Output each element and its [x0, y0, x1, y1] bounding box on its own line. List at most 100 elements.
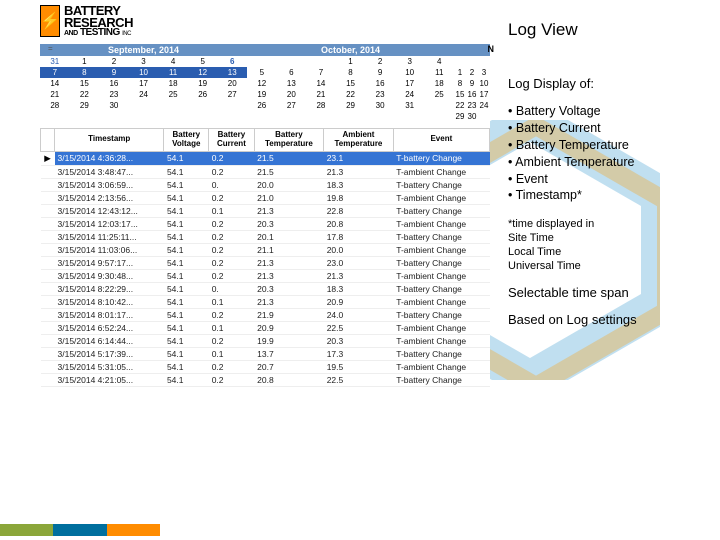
table-row[interactable]: 3/15/2014 8:22:29...54.10.20.318.3T-batt…: [41, 282, 490, 295]
calendar-day[interactable]: [424, 100, 454, 111]
table-row[interactable]: 3/15/2014 6:14:44...54.10.219.920.3T-amb…: [41, 334, 490, 347]
calendar-day[interactable]: 1: [454, 67, 466, 78]
calendar-day[interactable]: 5: [247, 67, 277, 78]
calendar-month[interactable]: October, 2014 12345678910111213141516171…: [247, 44, 454, 122]
calendar-day[interactable]: 30: [99, 100, 129, 111]
calendar-day[interactable]: 3: [478, 67, 490, 78]
column-header[interactable]: Timestamp: [55, 129, 164, 152]
table-row[interactable]: 3/15/2014 12:43:12...54.10.121.322.8T-ba…: [41, 204, 490, 217]
calendar-day[interactable]: 13: [217, 67, 247, 78]
calendar-day[interactable]: 11: [158, 67, 188, 78]
calendar-day[interactable]: 3: [129, 56, 159, 67]
calendar-day[interactable]: 6: [277, 67, 307, 78]
calendar-day[interactable]: 10: [129, 67, 159, 78]
calendar-day[interactable]: 27: [217, 89, 247, 100]
calendar-day[interactable]: 20: [217, 78, 247, 89]
calendar-day[interactable]: 20: [277, 89, 307, 100]
table-row[interactable]: 3/15/2014 12:03:17...54.10.220.320.8T-am…: [41, 217, 490, 230]
table-row[interactable]: 3/15/2014 11:03:06...54.10.221.120.0T-am…: [41, 243, 490, 256]
calendar-day[interactable]: [478, 111, 490, 122]
calendar-day[interactable]: [158, 100, 188, 111]
calendar-day[interactable]: 13: [277, 78, 307, 89]
calendar-day[interactable]: 29: [70, 100, 100, 111]
calendar-day[interactable]: 12: [247, 78, 277, 89]
calendar-day[interactable]: 6: [217, 56, 247, 67]
calendar-day[interactable]: 25: [424, 89, 454, 100]
table-row[interactable]: 3/15/2014 8:10:42...54.10.121.320.9T-amb…: [41, 295, 490, 308]
calendar-day[interactable]: 10: [395, 67, 425, 78]
calendar-day[interactable]: 22: [336, 89, 366, 100]
calendar-day[interactable]: 7: [306, 67, 336, 78]
calendar-day[interactable]: 8: [70, 67, 100, 78]
calendar-day[interactable]: 27: [277, 100, 307, 111]
column-header[interactable]: AmbientTemperature: [324, 129, 394, 152]
calendar-day[interactable]: 21: [306, 89, 336, 100]
table-row[interactable]: 3/15/2014 9:30:48...54.10.221.321.3T-amb…: [41, 269, 490, 282]
log-table[interactable]: TimestampBatteryVoltageBatteryCurrentBat…: [40, 128, 490, 387]
calendar-day[interactable]: 9: [365, 67, 395, 78]
calendar-day[interactable]: 29: [336, 100, 366, 111]
calendar-day[interactable]: 18: [158, 78, 188, 89]
calendar-day[interactable]: 5: [188, 56, 218, 67]
calendar-day[interactable]: 15: [70, 78, 100, 89]
calendar-day[interactable]: [277, 56, 307, 67]
calendar-day[interactable]: 26: [188, 89, 218, 100]
calendar-day[interactable]: 19: [188, 78, 218, 89]
calendar-month-header[interactable]: October, 2014: [247, 44, 454, 56]
table-row[interactable]: 3/15/2014 11:25:11...54.10.220.117.8T-ba…: [41, 230, 490, 243]
calendar-day[interactable]: 21: [40, 89, 70, 100]
calendar-day[interactable]: 16: [365, 78, 395, 89]
calendar-day[interactable]: 9: [99, 67, 129, 78]
calendar-day[interactable]: 15: [336, 78, 366, 89]
calendar-day[interactable]: 17: [395, 78, 425, 89]
calendar-day[interactable]: 30: [365, 100, 395, 111]
calendar-day[interactable]: 24: [129, 89, 159, 100]
calendar-day[interactable]: 4: [424, 56, 454, 67]
calendar-day[interactable]: 25: [158, 89, 188, 100]
calendar-day[interactable]: 8: [336, 67, 366, 78]
calendar-day[interactable]: 17: [129, 78, 159, 89]
calendar-day[interactable]: 30: [466, 111, 478, 122]
calendar-day[interactable]: 31: [395, 100, 425, 111]
calendar-month[interactable]: 12389101516172223242930: [454, 44, 490, 122]
calendar-day[interactable]: [188, 100, 218, 111]
table-row[interactable]: 3/15/2014 2:13:56...54.10.221.019.8T-amb…: [41, 191, 490, 204]
table-row[interactable]: 3/15/2014 5:17:39...54.10.113.717.3T-bat…: [41, 347, 490, 360]
calendar-day[interactable]: 4: [158, 56, 188, 67]
calendar-day[interactable]: 26: [247, 100, 277, 111]
table-row[interactable]: 3/15/2014 5:31:05...54.10.220.719.5T-amb…: [41, 360, 490, 373]
calendar-strip[interactable]: September, 20143112345678910111213141516…: [40, 44, 490, 122]
calendar-day[interactable]: 2: [466, 67, 478, 78]
calendar-month[interactable]: September, 20143112345678910111213141516…: [40, 44, 247, 122]
calendar-day[interactable]: 15: [454, 89, 466, 100]
calendar-day[interactable]: 1: [336, 56, 366, 67]
calendar-day[interactable]: 1: [70, 56, 100, 67]
calendar-day[interactable]: 23: [99, 89, 129, 100]
calendar-day[interactable]: 8: [454, 78, 466, 89]
calendar-day[interactable]: 14: [306, 78, 336, 89]
table-row[interactable]: 3/15/2014 9:57:17...54.10.221.323.0T-bat…: [41, 256, 490, 269]
column-header[interactable]: BatteryCurrent: [209, 129, 254, 152]
next-month-indicator[interactable]: N: [488, 44, 495, 54]
table-row[interactable]: 3/15/2014 3:06:59...54.10.20.018.3T-batt…: [41, 178, 490, 191]
calendar-day[interactable]: 22: [454, 100, 466, 111]
calendar-day[interactable]: [472, 56, 490, 67]
calendar-day[interactable]: 28: [40, 100, 70, 111]
calendar-day[interactable]: 14: [40, 78, 70, 89]
calendar-day[interactable]: 28: [306, 100, 336, 111]
calendar-day[interactable]: 12: [188, 67, 218, 78]
calendar-day[interactable]: 16: [99, 78, 129, 89]
column-header[interactable]: BatteryVoltage: [164, 129, 209, 152]
calendar-day[interactable]: [306, 56, 336, 67]
calendar-day[interactable]: [247, 56, 277, 67]
calendar-day[interactable]: 23: [466, 100, 478, 111]
calendar-day[interactable]: 2: [365, 56, 395, 67]
calendar-day[interactable]: [217, 100, 247, 111]
calendar-day[interactable]: [454, 56, 472, 67]
calendar-day[interactable]: 17: [478, 89, 490, 100]
table-row[interactable]: 3/15/2014 6:52:24...54.10.120.922.5T-amb…: [41, 321, 490, 334]
calendar-day[interactable]: 2: [99, 56, 129, 67]
calendar-day[interactable]: 9: [466, 78, 478, 89]
calendar-day[interactable]: [129, 100, 159, 111]
table-row[interactable]: 3/15/2014 8:01:17...54.10.221.924.0T-bat…: [41, 308, 490, 321]
